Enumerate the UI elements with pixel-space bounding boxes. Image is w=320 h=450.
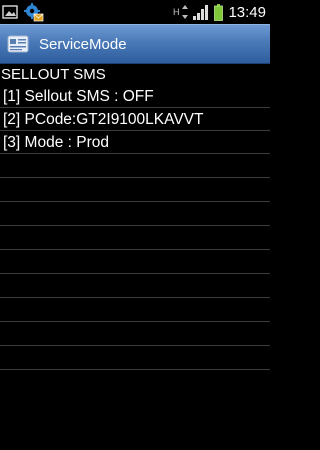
service-mode-content: SELLOUT SMS [1] Sellout SMS : OFF [2] PC… <box>0 64 270 370</box>
list-item <box>0 202 270 226</box>
app-titlebar: ServiceMode <box>0 24 270 64</box>
list-item <box>0 250 270 274</box>
data-arrows-icon <box>182 5 189 19</box>
list-item <box>0 226 270 250</box>
menu-item-mode[interactable]: [3] Mode : Prod <box>0 131 270 154</box>
settings-mail-icon <box>24 3 44 22</box>
list-item <box>0 346 270 370</box>
page-title: ServiceMode <box>39 35 127 53</box>
list-item <box>0 322 270 346</box>
status-right: H 13:49 <box>173 0 266 24</box>
gallery-icon <box>2 5 18 19</box>
clock: 13:49 <box>228 3 266 21</box>
menu-item-pcode[interactable]: [2] PCode:GT2I9100LKAVVT <box>0 108 270 131</box>
list-item <box>0 298 270 322</box>
menu-item-sellout-sms[interactable]: [1] Sellout SMS : OFF <box>0 85 270 108</box>
battery-icon <box>214 3 224 21</box>
signal-icon <box>193 4 209 20</box>
network-type-label: H <box>172 7 180 17</box>
service-mode-app-icon <box>7 35 29 53</box>
section-header: SELLOUT SMS <box>1 66 106 83</box>
list-item <box>0 154 270 178</box>
list-item <box>0 178 270 202</box>
status-bar: H 13:49 <box>0 0 270 24</box>
notification-icons <box>2 2 44 22</box>
list-item <box>0 274 270 298</box>
